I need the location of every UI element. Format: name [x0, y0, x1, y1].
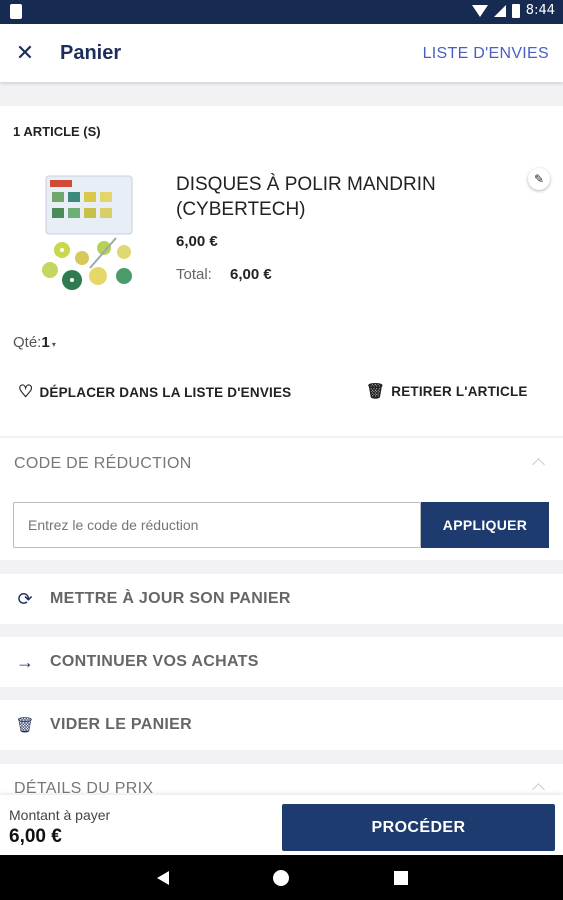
- notification-icon: [10, 4, 22, 19]
- trash-icon: 🗑: [366, 383, 386, 400]
- item-price: 6,00 €: [176, 233, 218, 250]
- amount-value: 6,00 €: [9, 826, 62, 847]
- update-cart-label: METTRE À JOUR SON PANIER: [50, 590, 291, 607]
- close-icon: ✕: [15, 40, 35, 65]
- price-details-title: DÉTAILS DU PRIX: [14, 780, 154, 795]
- pencil-icon: ✎: [533, 172, 545, 186]
- apply-coupon-button[interactable]: APPLIQUER: [421, 502, 549, 548]
- continue-shopping-label: CONTINUER VOS ACHATS: [50, 653, 259, 670]
- empty-cart-button[interactable]: 🗑 VIDER LE PANIER: [0, 700, 563, 750]
- clock: 8:44: [525, 3, 555, 18]
- recent-apps-icon[interactable]: [394, 871, 408, 885]
- remove-item-label: RETIRER L'ARTICLE: [391, 383, 528, 399]
- cart-content[interactable]: 1 ARTICLE (S) DISQUES À POLIR MANDRIN (C…: [0, 82, 563, 795]
- signal-icon: [493, 4, 506, 17]
- system-nav-bar: [0, 855, 563, 900]
- continue-shopping-button[interactable]: → CONTINUER VOS ACHATS: [0, 637, 563, 687]
- product-name[interactable]: DISQUES À POLIR MANDRIN (CYBERTECH): [176, 172, 506, 222]
- home-icon[interactable]: [273, 870, 289, 886]
- item-count: 1 ARTICLE (S): [13, 124, 101, 139]
- empty-cart-label: VIDER LE PANIER: [50, 716, 192, 733]
- proceed-button[interactable]: PROCÉDER: [282, 804, 555, 851]
- coupon-title: CODE DE RÉDUCTION: [14, 455, 192, 472]
- price-details-card: DÉTAILS DU PRIX: [0, 764, 563, 795]
- refresh-icon: ⟳: [17, 588, 33, 609]
- wishlist-link[interactable]: LISTE D'ENVIES: [423, 45, 549, 63]
- update-cart-button[interactable]: ⟳ METTRE À JOUR SON PANIER: [0, 574, 563, 624]
- total-value: 6,00 €: [230, 266, 272, 283]
- heart-icon: ♡: [18, 382, 34, 401]
- cart-item-card: 1 ARTICLE (S) DISQUES À POLIR MANDRIN (C…: [0, 106, 563, 436]
- checkout-bar: Montant à payer 6,00 € PROCÉDER: [0, 795, 563, 855]
- remove-item-button[interactable]: 🗑 RETIRER L'ARTICLE: [366, 382, 528, 400]
- wifi-icon: [471, 4, 488, 17]
- edit-item-button[interactable]: ✎: [528, 168, 550, 190]
- close-button[interactable]: ✕: [10, 38, 40, 68]
- page-title: Panier: [60, 42, 122, 64]
- dropdown-arrow-icon: ▾: [49, 340, 56, 349]
- product-image[interactable]: [32, 172, 142, 297]
- chevron-up-icon[interactable]: [532, 458, 545, 471]
- move-to-wishlist-button[interactable]: ♡ DÉPLACER DANS LA LISTE D'ENVIES: [18, 382, 291, 402]
- quantity-label: Qté:: [13, 334, 42, 351]
- amount-label: Montant à payer: [9, 807, 111, 823]
- status-icons: 8:44: [471, 3, 555, 18]
- app-bar: ✕ Panier LISTE D'ENVIES: [0, 24, 563, 82]
- coupon-input[interactable]: [13, 502, 421, 548]
- back-icon[interactable]: [157, 871, 169, 885]
- chevron-up-icon[interactable]: [532, 783, 545, 795]
- trash-icon: 🗑: [15, 717, 35, 734]
- arrow-right-icon: →: [16, 651, 34, 672]
- quantity-value: 1: [41, 334, 50, 351]
- move-to-wishlist-label: DÉPLACER DANS LA LISTE D'ENVIES: [39, 384, 292, 400]
- total-label: Total:: [176, 266, 212, 283]
- battery-icon: [511, 3, 520, 18]
- quantity-selector[interactable]: Qté:1 ▾: [13, 334, 56, 351]
- status-bar: 8:44: [0, 0, 563, 24]
